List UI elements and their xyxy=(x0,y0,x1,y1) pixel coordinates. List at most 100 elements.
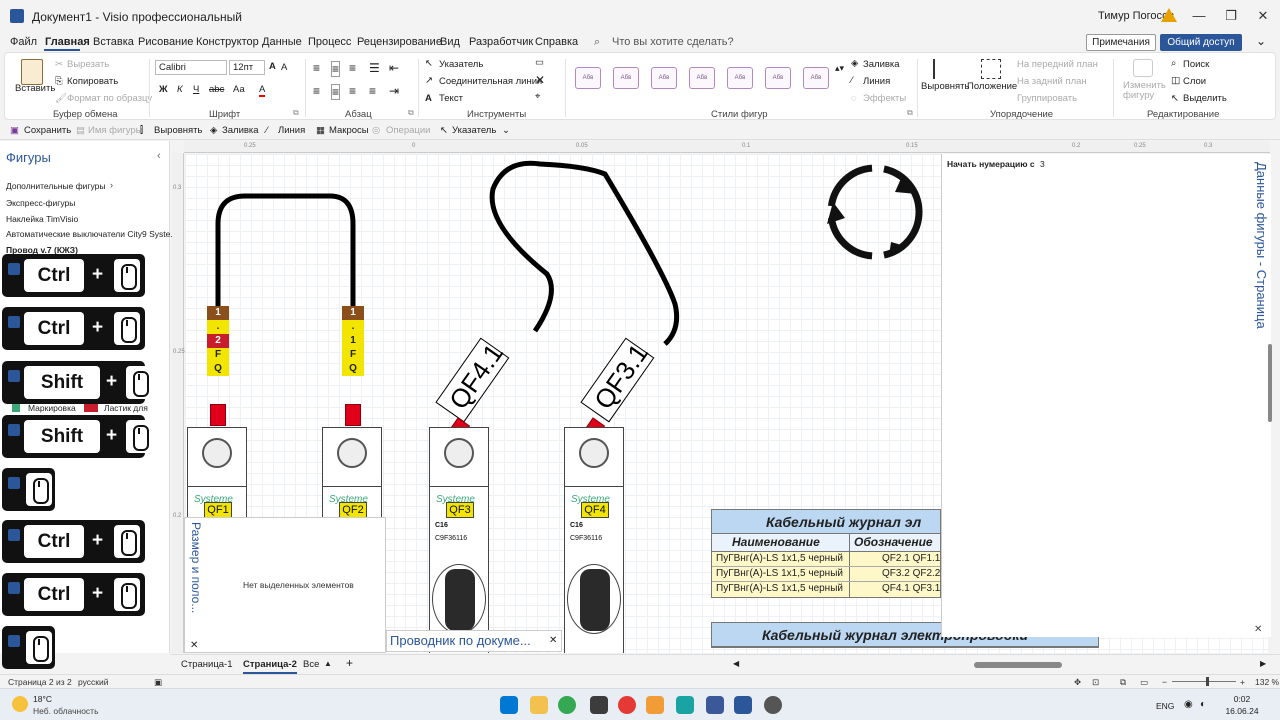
strikethrough-button[interactable]: abc xyxy=(209,84,224,95)
pointer-icon[interactable]: ↖ xyxy=(425,58,433,69)
close-icon[interactable]: ✕ xyxy=(549,635,557,646)
tab-file[interactable]: Файл xyxy=(10,36,37,48)
app-icon[interactable] xyxy=(590,696,608,714)
add-page-icon[interactable]: + xyxy=(346,656,353,670)
tab-design[interactable]: Конструктор xyxy=(196,36,259,48)
line-button[interactable]: Линия xyxy=(863,76,890,87)
cut-button[interactable]: Вырезать xyxy=(67,59,109,70)
stencil-timvisio-sticker[interactable]: Наклейка TimVisio xyxy=(6,214,78,224)
cut-icon[interactable]: ✂ xyxy=(55,59,63,70)
vertical-ruler[interactable]: 0.3 0.25 0.2 xyxy=(172,153,185,653)
shape-name-button[interactable]: Имя фигуры xyxy=(88,125,143,136)
effects-button[interactable]: Эффекты xyxy=(863,93,906,104)
select-icon[interactable]: ↖ xyxy=(1171,93,1179,104)
zoom-in-icon[interactable]: + xyxy=(1240,677,1245,687)
tab-home[interactable]: Главная xyxy=(45,36,90,48)
zoom-slider-thumb[interactable] xyxy=(1206,677,1209,686)
fit-page-icon[interactable]: ⊡ xyxy=(1092,677,1099,688)
zoom-out-icon[interactable]: − xyxy=(1162,677,1167,687)
refresh-icon[interactable] xyxy=(827,164,923,260)
macro-record-icon[interactable]: ▣ xyxy=(154,677,162,688)
styles-dialog-launcher-icon[interactable]: ⧉ xyxy=(907,108,913,118)
align-top-icon[interactable]: ≡ xyxy=(313,61,320,75)
volume-icon[interactable]: ◐ xyxy=(1200,699,1206,710)
scroll-left-icon[interactable]: ◀ xyxy=(733,659,739,668)
page-tab-2[interactable]: Страница-2 xyxy=(243,659,297,674)
close-icon[interactable]: ✕ xyxy=(190,640,198,651)
position-icon[interactable] xyxy=(981,59,1001,79)
tab-process[interactable]: Процесс xyxy=(308,36,351,48)
increase-indent-icon[interactable]: ⇥ xyxy=(389,84,399,98)
shrink-font-icon[interactable]: A xyxy=(281,62,287,73)
visio-app-icon[interactable] xyxy=(10,9,24,23)
customize-qat-icon[interactable]: ⌄ xyxy=(502,125,510,136)
align-qat-button[interactable]: Выровнять xyxy=(154,125,202,136)
cable-journal-table[interactable]: Кабельный журнал эл Наименование Обознач… xyxy=(711,509,941,598)
stencil-city9-breakers[interactable]: Автоматические выключатели City9 Syste..… xyxy=(6,229,177,239)
rectangle-tool-icon[interactable]: ▭ xyxy=(535,57,544,68)
pointer-tool[interactable]: Указатель xyxy=(439,59,483,70)
italic-button[interactable]: К xyxy=(177,84,183,95)
page-tab-1[interactable]: Страница-1 xyxy=(181,659,233,670)
tab-developer[interactable]: Разработчик xyxy=(469,36,533,48)
font-dialog-launcher-icon[interactable]: ⧉ xyxy=(293,108,299,118)
operations-icon[interactable]: ◎ xyxy=(372,125,380,136)
paste-icon[interactable] xyxy=(21,59,43,85)
scroll-right-icon[interactable]: ▶ xyxy=(1260,659,1266,668)
table-row[interactable]: ПуГВнг(А)-LS 1х1,5 черный QF4.1 QF3.1 xyxy=(712,582,940,597)
weather-temp[interactable]: 18°C xyxy=(33,694,52,704)
align-left-icon[interactable]: ≡ xyxy=(313,84,320,98)
clock-time[interactable]: 0:02 xyxy=(1222,694,1262,704)
breaker-qf3[interactable]: Systeme QF3 C16 C9F36116 xyxy=(429,427,489,653)
marking-shape[interactable]: Маркировка xyxy=(28,403,76,413)
yandex-icon[interactable] xyxy=(618,696,636,714)
file-explorer-icon[interactable] xyxy=(530,696,548,714)
shape-style-thumb-1[interactable]: Абв xyxy=(575,67,601,89)
more-shapes-link[interactable]: Дополнительные фигуры xyxy=(6,181,105,191)
align-center-icon[interactable]: ≡ xyxy=(331,84,341,100)
change-shape-button[interactable]: Изменить фигуру xyxy=(1123,81,1166,101)
styles-scroll-icon[interactable]: ▴▾ xyxy=(835,63,844,74)
app-icon[interactable] xyxy=(764,696,782,714)
tell-me-search[interactable]: Что вы хотите сделать? xyxy=(612,36,734,48)
wire-qf3-qf4[interactable] xyxy=(489,160,680,346)
minimize-button[interactable]: — xyxy=(1184,6,1214,26)
line-qat-icon[interactable]: ∕ xyxy=(266,125,268,136)
save-icon[interactable]: ▣ xyxy=(10,125,19,136)
chrome-icon[interactable] xyxy=(558,696,576,714)
weather-condition[interactable]: Неб. облачность xyxy=(33,706,99,716)
fill-qat-button[interactable]: Заливка xyxy=(222,125,259,136)
all-pages-button[interactable]: Все xyxy=(303,659,319,670)
copy-button[interactable]: Копировать xyxy=(67,76,118,87)
table-row[interactable]: ПуГВнг(А)-LS 1х1,5 черный QF2.1 QF1.1 xyxy=(712,552,940,567)
pointer-qat-button[interactable]: Указатель xyxy=(452,125,496,136)
tab-data[interactable]: Данные xyxy=(262,36,302,48)
vertical-scrollbar[interactable] xyxy=(1268,344,1272,422)
wire-label-qf41[interactable]: QF4.1 xyxy=(435,337,510,423)
change-case-button[interactable]: Аа xyxy=(233,84,245,95)
decrease-indent-icon[interactable]: ⇤ xyxy=(389,61,399,75)
line-icon[interactable]: ∕ xyxy=(851,75,853,86)
tab-insert[interactable]: Вставка xyxy=(93,36,134,48)
select-button[interactable]: Выделить xyxy=(1183,93,1227,104)
wire-qf1-qf2[interactable] xyxy=(215,193,356,306)
share-button[interactable]: Общий доступ xyxy=(1160,34,1242,51)
align-middle-icon[interactable]: ≡ xyxy=(331,61,341,77)
align-icon[interactable] xyxy=(933,59,951,79)
wire-tip-qf1[interactable] xyxy=(210,404,226,426)
effects-icon[interactable]: ◌ xyxy=(851,93,857,104)
app-icon[interactable] xyxy=(706,696,724,714)
paste-button[interactable]: Вставить xyxy=(15,83,55,94)
save-button[interactable]: Сохранить xyxy=(24,125,71,136)
grow-font-icon[interactable]: A xyxy=(269,61,276,72)
shape-style-thumb-5[interactable]: Абв xyxy=(727,67,753,89)
tab-draw[interactable]: Рисование xyxy=(138,36,193,48)
breaker-qf4[interactable]: Systeme QF4 C16 C9F36116 xyxy=(564,427,624,653)
app-icon[interactable] xyxy=(646,696,664,714)
font-color-button[interactable]: А xyxy=(259,84,266,97)
shape-name-icon[interactable]: ▤ xyxy=(76,125,85,136)
justify-icon[interactable]: ≡ xyxy=(369,84,376,98)
shape-style-thumb-7[interactable]: Абв xyxy=(803,67,829,89)
zoom-level[interactable]: 132 % xyxy=(1255,677,1279,687)
fill-icon[interactable]: ◈ xyxy=(851,58,858,69)
